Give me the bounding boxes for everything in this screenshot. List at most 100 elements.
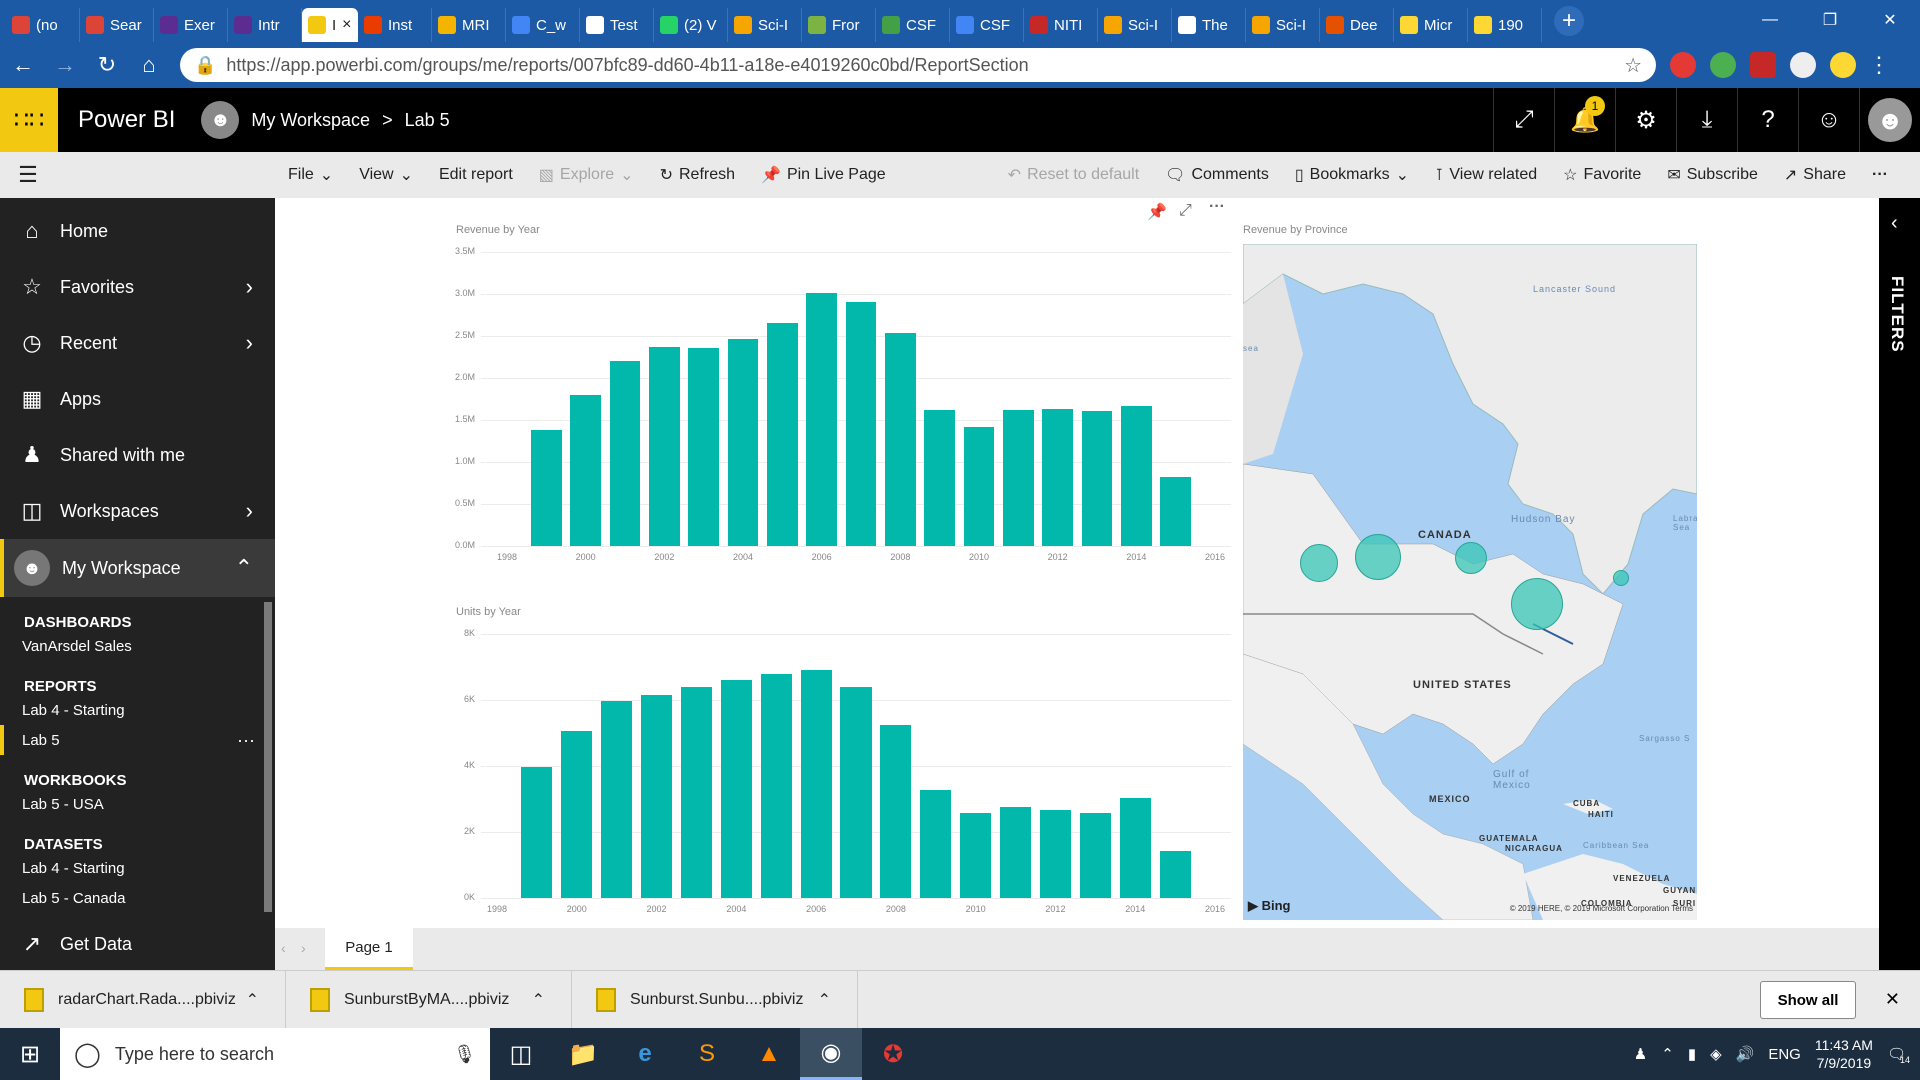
file-menu[interactable]: File ⌄	[288, 165, 333, 185]
prev-page-icon[interactable]: ‹	[281, 940, 286, 956]
bar[interactable]	[920, 790, 952, 898]
language-indicator[interactable]: ENG	[1768, 1046, 1801, 1063]
browser-tab[interactable]: MRI	[432, 8, 506, 42]
bar[interactable]	[1039, 809, 1071, 898]
map-bubble[interactable]	[1300, 544, 1338, 582]
subscribe-button[interactable]: ✉ Subscribe	[1667, 165, 1758, 185]
nav-content-item[interactable]: Lab 5 - Canada	[0, 883, 275, 913]
nav-content-item[interactable]: Lab 4 - Starting	[0, 695, 275, 725]
file-explorer-icon[interactable]: 📁	[552, 1028, 614, 1080]
taskbar-search[interactable]: ◯ Type here to search 🎙	[60, 1028, 490, 1080]
nav-apps[interactable]: ▦ Apps	[0, 371, 275, 427]
extension-icon[interactable]	[1790, 52, 1816, 78]
refresh-button[interactable]: ↻ Refresh	[660, 165, 735, 185]
browser-tab[interactable]: Dee	[1320, 8, 1394, 42]
nav-favorites[interactable]: ☆ Favorites ›	[0, 259, 275, 315]
browser-tab[interactable]: Inst	[358, 8, 432, 42]
settings-gear-icon[interactable]: ⚙	[1615, 88, 1676, 152]
sublime-icon[interactable]: S	[676, 1028, 738, 1080]
browser-tab[interactable]: (2) V	[654, 8, 728, 42]
nav-my-workspace[interactable]: ☻ My Workspace ⌃	[0, 539, 275, 597]
close-tab-icon[interactable]: ×	[342, 16, 351, 34]
bar[interactable]	[680, 687, 712, 898]
nav-shared-with-me[interactable]: ♟ Shared with me	[0, 427, 275, 483]
nav-scrollbar[interactable]	[264, 602, 272, 912]
app-icon[interactable]: ✪	[862, 1028, 924, 1080]
nav-recent[interactable]: ◷ Recent ›	[0, 315, 275, 371]
bar[interactable]	[720, 679, 752, 898]
extension-icon[interactable]	[1750, 52, 1776, 78]
next-page-icon[interactable]: ›	[301, 940, 306, 956]
bar[interactable]	[640, 694, 673, 898]
bookmarks-menu[interactable]: ▯ Bookmarks ⌄	[1295, 165, 1409, 185]
more-options-icon[interactable]: ···	[237, 730, 255, 751]
browser-tab[interactable]: Sci-I	[1098, 8, 1172, 42]
bar[interactable]	[1119, 798, 1151, 898]
fullscreen-icon[interactable]: ⤢	[1493, 88, 1554, 152]
map-bubble[interactable]	[1455, 542, 1487, 574]
minimize-button[interactable]: —	[1740, 0, 1800, 40]
vlc-icon[interactable]: ▲	[738, 1028, 800, 1080]
share-button[interactable]: ↗ Share	[1784, 165, 1846, 185]
restore-button[interactable]: ❐	[1800, 0, 1860, 40]
browser-tab[interactable]: Test	[580, 8, 654, 42]
map-bubble[interactable]	[1511, 578, 1563, 630]
profile-avatar[interactable]	[1830, 52, 1856, 78]
pin-live-page-button[interactable]: 📌 Pin Live Page	[761, 165, 886, 185]
chrome-icon[interactable]: ◉	[800, 1028, 862, 1080]
people-icon[interactable]: ♟	[1634, 1045, 1647, 1063]
home-icon[interactable]: ⌂	[130, 46, 168, 84]
nav-content-item[interactable]: VanArsdel Sales	[0, 631, 275, 661]
browser-tab[interactable]: Sci-I	[1246, 8, 1320, 42]
brand-title[interactable]: Power BI	[78, 106, 175, 134]
nav-content-item[interactable]: Lab 5 - USA	[0, 789, 275, 819]
units-by-year-chart[interactable]: Units by Year 0K 2K 4K 6K 8K 1998 2000 2002 2004 2…	[275, 198, 1235, 928]
favorite-button[interactable]: ☆ Favorite	[1563, 165, 1641, 185]
close-icon[interactable]: ✕	[1885, 989, 1900, 1010]
bar[interactable]	[960, 812, 992, 898]
browser-tab[interactable]: 190	[1468, 8, 1542, 42]
forward-icon[interactable]: →	[46, 46, 84, 84]
map-bubble[interactable]	[1613, 570, 1629, 586]
action-center-icon[interactable]: 🗨 14	[1887, 1045, 1910, 1065]
windows-start-icon[interactable]: ⊞	[0, 1028, 60, 1080]
back-icon[interactable]: ←	[4, 46, 42, 84]
browser-tab[interactable]: Sear	[80, 8, 154, 42]
bar[interactable]	[1079, 813, 1111, 898]
bar[interactable]	[521, 766, 553, 898]
browser-tab[interactable]: C_w	[506, 8, 580, 42]
show-all-button[interactable]: Show all	[1760, 981, 1856, 1019]
browser-tab[interactable]: Sci-I	[728, 8, 802, 42]
page-tab[interactable]: Page 1	[325, 928, 413, 970]
notifications-icon[interactable]: 🔔 1	[1554, 88, 1615, 152]
browser-tab[interactable]: CSF	[950, 8, 1024, 42]
nav-get-data[interactable]: ↗ Get Data	[0, 916, 275, 972]
comments-button[interactable]: 🗨 Comments	[1165, 165, 1269, 185]
microphone-icon[interactable]: 🎙	[453, 1044, 476, 1065]
breadcrumb-workspace[interactable]: My Workspace	[251, 110, 370, 131]
browser-tab[interactable]: (no	[6, 8, 80, 42]
edit-report-button[interactable]: Edit report	[439, 166, 513, 184]
more-options-button[interactable]: ···	[1872, 166, 1888, 184]
account-avatar[interactable]: ☻	[1859, 88, 1920, 152]
feedback-smiley-icon[interactable]: ☺	[1798, 88, 1859, 152]
nav-home[interactable]: ⌂ Home	[0, 203, 275, 259]
browser-tab[interactable]: Micr	[1394, 8, 1468, 42]
bar[interactable]	[601, 700, 633, 898]
nav-content-item[interactable]: Lab 5 ···	[0, 725, 275, 755]
map-bubble[interactable]	[1355, 534, 1401, 580]
extension-icon[interactable]	[1710, 52, 1736, 78]
download-item[interactable]: SunburstByMA....pbiviz ⌃	[286, 970, 572, 1029]
url-field[interactable]: 🔒 https://app.powerbi.com/groups/me/repo…	[180, 48, 1656, 82]
bar[interactable]	[1159, 851, 1191, 898]
view-menu[interactable]: View ⌄	[359, 165, 413, 185]
browser-tab[interactable]: Intr	[228, 8, 302, 42]
filters-pane[interactable]: ‹ FILTERS	[1879, 198, 1920, 970]
app-launcher-icon[interactable]: ∷∷	[0, 88, 58, 152]
bar[interactable]	[561, 731, 593, 898]
browser-tab[interactable]: The	[1172, 8, 1246, 42]
chevron-left-icon[interactable]: ‹	[1891, 212, 1898, 235]
browser-tab[interactable]: I ×	[302, 8, 358, 42]
bar[interactable]	[760, 674, 792, 898]
download-item[interactable]: Sunburst.Sunbu....pbiviz ⌃	[572, 970, 858, 1029]
